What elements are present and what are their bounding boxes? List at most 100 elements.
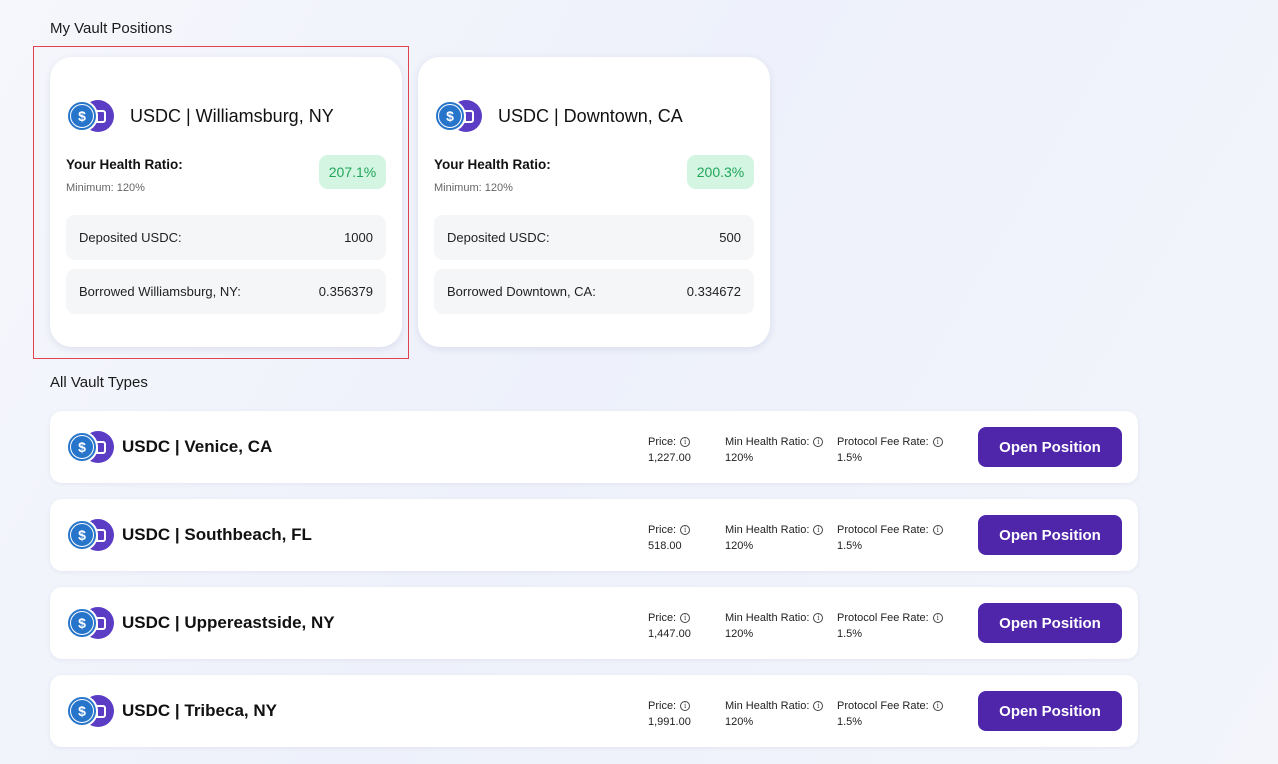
vault-type-row: $ USDC | Tribeca, NY Price: i 1,991.00 Mi… <box>50 675 1138 747</box>
deposited-value: 1000 <box>344 230 373 245</box>
fee-rate-stat: Protocol Fee Rate: i 1.5% <box>837 522 943 554</box>
min-health-label: Min Health Ratio: <box>725 700 810 712</box>
vault-header: $ USDC | Tribeca, NY <box>66 695 277 727</box>
info-icon[interactable]: i <box>680 525 691 535</box>
min-health-stat: Min Health Ratio: i 120% <box>725 610 824 642</box>
fee-rate-value: 1.5% <box>837 716 863 728</box>
vault-type-row: $ USDC | Southbeach, FL Price: i 518.00 M… <box>50 499 1138 571</box>
vault-name: USDC | Uppereastside, NY <box>122 613 335 632</box>
open-position-button[interactable]: Open Position <box>978 603 1122 643</box>
price-stat: Price: i 518.00 <box>648 522 691 554</box>
price-value: 1,447.00 <box>648 628 691 640</box>
info-icon[interactable]: i <box>680 437 691 447</box>
vault-type-row: $ USDC | Venice, CA Price: i 1,227.00 Min… <box>50 411 1138 483</box>
price-label: Price: <box>648 524 677 536</box>
health-ratio-minimum: Minimum: 120% <box>66 182 145 194</box>
info-icon[interactable]: i <box>813 701 824 711</box>
fee-rate-label: Protocol Fee Rate: <box>837 612 929 624</box>
price-stat: Price: i 1,447.00 <box>648 610 691 642</box>
deposited-label: Deposited USDC: <box>79 230 182 245</box>
usdc-token-icon: $ <box>66 695 98 727</box>
token-pair-icon: $ <box>66 431 114 463</box>
open-position-button[interactable]: Open Position <box>978 515 1122 555</box>
price-value: 1,991.00 <box>648 716 691 728</box>
price-value: 1,227.00 <box>648 452 691 464</box>
usdc-token-icon: $ <box>66 519 98 551</box>
fee-rate-stat: Protocol Fee Rate: i 1.5% <box>837 610 943 642</box>
info-icon[interactable]: i <box>932 613 943 623</box>
my-positions-heading: My Vault Positions <box>50 20 173 37</box>
usdc-token-icon: $ <box>66 607 98 639</box>
open-position-button[interactable]: Open Position <box>978 427 1122 467</box>
vault-header: $ USDC | Southbeach, FL <box>66 519 312 551</box>
vault-header: $ USDC | Venice, CA <box>66 431 272 463</box>
info-icon[interactable]: i <box>680 701 691 711</box>
deposited-row: Deposited USDC: 500 <box>434 215 754 260</box>
price-label: Price: <box>648 612 677 624</box>
usdc-token-icon: $ <box>434 100 466 132</box>
borrowed-value: 0.334672 <box>686 284 741 299</box>
fee-rate-stat: Protocol Fee Rate: i 1.5% <box>837 434 943 466</box>
fee-rate-label: Protocol Fee Rate: <box>837 436 929 448</box>
token-pair-icon: $ <box>434 100 482 132</box>
token-pair-icon: $ <box>66 100 114 132</box>
fee-rate-label: Protocol Fee Rate: <box>837 524 929 536</box>
usdc-token-icon: $ <box>66 100 98 132</box>
info-icon[interactable]: i <box>932 525 943 535</box>
vault-name: USDC | Southbeach, FL <box>122 525 312 544</box>
deposited-value: 500 <box>719 230 741 245</box>
vault-name: USDC | Venice, CA <box>122 437 273 456</box>
fee-rate-label: Protocol Fee Rate: <box>837 700 929 712</box>
info-icon[interactable]: i <box>813 437 824 447</box>
token-pair-icon: $ <box>66 607 114 639</box>
fee-rate-value: 1.5% <box>837 628 863 640</box>
position-card[interactable]: $ USDC | Williamsburg, NY Your Health Ra… <box>50 57 402 347</box>
position-name: USDC | Downtown, CA <box>498 105 683 126</box>
health-ratio-badge: 207.1% <box>319 155 386 189</box>
deposited-row: Deposited USDC: 1000 <box>66 215 386 260</box>
fee-rate-stat: Protocol Fee Rate: i 1.5% <box>837 698 943 730</box>
price-stat: Price: i 1,991.00 <box>648 698 691 730</box>
health-ratio-label: Your Health Ratio: <box>66 157 183 172</box>
vault-type-row: $ USDC | Uppereastside, NY Price: i 1,447… <box>50 587 1138 659</box>
vault-header: $ USDC | Uppereastside, NY <box>66 607 335 639</box>
min-health-stat: Min Health Ratio: i 120% <box>725 434 824 466</box>
borrowed-row: Borrowed Williamsburg, NY: 0.356379 <box>66 269 386 314</box>
token-pair-icon: $ <box>66 695 114 727</box>
position-header: $ USDC | Williamsburg, NY <box>66 100 334 132</box>
info-icon[interactable]: i <box>813 613 824 623</box>
borrowed-label: Borrowed Williamsburg, NY: <box>79 284 241 299</box>
info-icon[interactable]: i <box>680 613 691 623</box>
price-label: Price: <box>648 436 677 448</box>
position-name: USDC | Williamsburg, NY <box>130 105 334 126</box>
token-pair-icon: $ <box>66 519 114 551</box>
min-health-value: 120% <box>725 716 754 728</box>
all-vault-types-heading: All Vault Types <box>50 374 148 391</box>
health-ratio-label: Your Health Ratio: <box>434 157 551 172</box>
health-ratio-badge: 200.3% <box>687 155 754 189</box>
min-health-label: Min Health Ratio: <box>725 436 810 448</box>
info-icon[interactable]: i <box>932 701 943 711</box>
borrowed-row: Borrowed Downtown, CA: 0.334672 <box>434 269 754 314</box>
info-icon[interactable]: i <box>813 525 824 535</box>
price-stat: Price: i 1,227.00 <box>648 434 691 466</box>
min-health-value: 120% <box>725 628 754 640</box>
min-health-label: Min Health Ratio: <box>725 524 810 536</box>
borrowed-label: Borrowed Downtown, CA: <box>447 284 596 299</box>
fee-rate-value: 1.5% <box>837 452 863 464</box>
fee-rate-value: 1.5% <box>837 540 863 552</box>
price-value: 518.00 <box>648 540 682 552</box>
position-header: $ USDC | Downtown, CA <box>434 100 683 132</box>
open-position-button[interactable]: Open Position <box>978 691 1122 731</box>
usdc-token-icon: $ <box>66 431 98 463</box>
min-health-stat: Min Health Ratio: i 120% <box>725 522 824 554</box>
price-label: Price: <box>648 700 677 712</box>
min-health-value: 120% <box>725 452 754 464</box>
vault-name: USDC | Tribeca, NY <box>122 701 277 720</box>
min-health-stat: Min Health Ratio: i 120% <box>725 698 824 730</box>
min-health-value: 120% <box>725 540 754 552</box>
position-card[interactable]: $ USDC | Downtown, CA Your Health Ratio:… <box>418 57 770 347</box>
borrowed-value: 0.356379 <box>318 284 373 299</box>
info-icon[interactable]: i <box>932 437 943 447</box>
health-ratio-minimum: Minimum: 120% <box>434 182 513 194</box>
